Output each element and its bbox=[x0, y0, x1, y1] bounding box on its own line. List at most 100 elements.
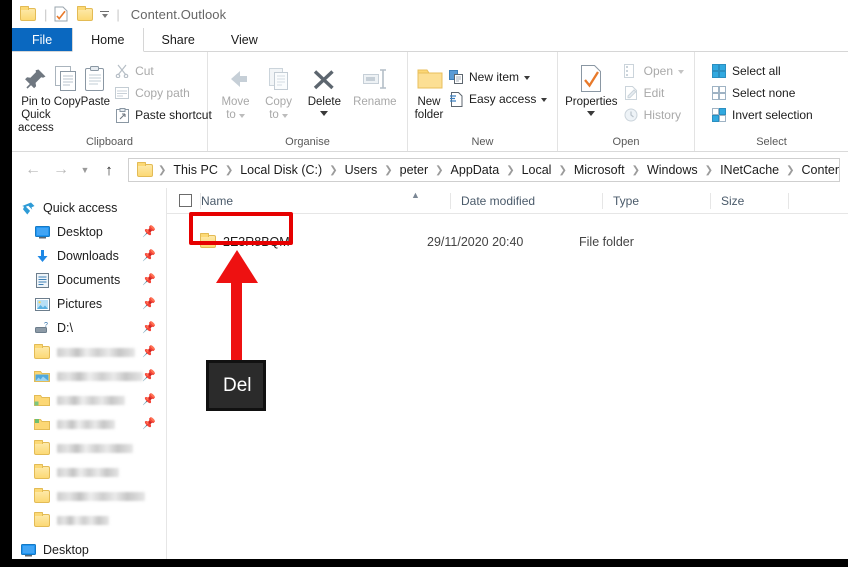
sidebar-item-documents[interactable]: Documents 📌 bbox=[12, 268, 166, 292]
new-item-dropdown-icon[interactable] bbox=[524, 75, 531, 80]
sidebar-item-downloads[interactable]: Downloads 📌 bbox=[12, 244, 166, 268]
tab-file[interactable]: File bbox=[12, 28, 73, 51]
breadcrumb-sep-9[interactable]: ❯ bbox=[785, 165, 795, 176]
folder-icon[interactable] bbox=[20, 5, 37, 23]
breadcrumb-sep-5[interactable]: ❯ bbox=[505, 165, 515, 176]
new-item-button[interactable]: New item bbox=[444, 66, 551, 88]
customize-qat-dropdown-icon[interactable] bbox=[100, 10, 110, 18]
sidebar-label-redacted-4 bbox=[57, 419, 115, 429]
pictures-icon bbox=[34, 296, 50, 312]
sidebar-item-redacted-2[interactable]: 📌 bbox=[12, 364, 166, 388]
properties-dropdown-icon[interactable] bbox=[587, 111, 596, 116]
easy-access-icon bbox=[448, 91, 464, 107]
breadcrumb-content-outlook[interactable]: Content.Outlook bbox=[797, 163, 839, 177]
tab-share[interactable]: Share bbox=[144, 28, 213, 51]
recent-locations-icon[interactable]: ▼ bbox=[76, 157, 94, 183]
cut-button[interactable]: Cut bbox=[110, 60, 216, 82]
file-type-cell: File folder bbox=[569, 235, 677, 249]
sidebar-item-quick-access[interactable]: Quick access bbox=[12, 196, 166, 220]
copy-button[interactable]: Copy bbox=[54, 58, 81, 109]
breadcrumb-sep-8[interactable]: ❯ bbox=[704, 165, 714, 176]
sidebar-item-redacted-4[interactable]: 📌 bbox=[12, 412, 166, 436]
pin-icon-documents[interactable]: 📌 bbox=[142, 273, 156, 286]
sidebar-item-redacted-6[interactable] bbox=[12, 460, 166, 484]
breadcrumb-inetcache[interactable]: INetCache bbox=[715, 163, 784, 177]
breadcrumb-sep-2[interactable]: ❯ bbox=[328, 165, 338, 176]
copy-path-button[interactable]: Copy path bbox=[110, 82, 216, 104]
breadcrumb-sep-6[interactable]: ❯ bbox=[557, 165, 567, 176]
breadcrumb-sep-4[interactable]: ❯ bbox=[434, 165, 444, 176]
sidebar-item-desktop-root[interactable]: Desktop bbox=[12, 538, 166, 559]
properties-button[interactable]: Properties bbox=[564, 58, 619, 116]
forward-arrow-icon[interactable]: → bbox=[48, 157, 74, 183]
properties-icon[interactable] bbox=[54, 6, 71, 23]
pin-icon-downloads[interactable]: 📌 bbox=[142, 249, 156, 262]
copy-to-button[interactable]: Copy to bbox=[257, 58, 300, 122]
up-arrow-icon[interactable]: ↑ bbox=[96, 157, 122, 183]
back-arrow-icon[interactable]: ← bbox=[20, 157, 46, 183]
select-all-button[interactable]: Select all bbox=[707, 60, 817, 82]
pin-icon-r1[interactable]: 📌 bbox=[142, 345, 156, 358]
breadcrumb[interactable]: ❯ This PC ❯ Local Disk (C:) ❯ Users ❯ pe… bbox=[128, 158, 840, 182]
tab-home[interactable]: Home bbox=[72, 28, 144, 52]
sidebar-item-redacted-8[interactable] bbox=[12, 508, 166, 532]
breadcrumb-this-pc[interactable]: This PC bbox=[168, 163, 222, 177]
breadcrumb-appdata[interactable]: AppData bbox=[446, 163, 505, 177]
pin-icon[interactable]: 📌 bbox=[142, 225, 156, 238]
tab-view[interactable]: View bbox=[213, 28, 276, 51]
pin-icon-r2[interactable]: 📌 bbox=[142, 369, 156, 382]
address-bar: ← → ▼ ↑ ❯ This PC ❯ Local Disk (C:) ❯ Us… bbox=[12, 152, 848, 188]
easy-access-dropdown-icon[interactable] bbox=[541, 97, 548, 102]
breadcrumb-users[interactable]: Users bbox=[340, 163, 383, 177]
pin-icon-r3[interactable]: 📌 bbox=[142, 393, 156, 406]
sidebar-item-desktop[interactable]: Desktop 📌 bbox=[12, 220, 166, 244]
new-folder-icon[interactable] bbox=[77, 5, 94, 23]
delete-button[interactable]: Delete bbox=[300, 58, 349, 116]
desktop-icon-root bbox=[20, 542, 36, 558]
ribbon-group-organise: Move to Copy to Delete Rename Organise bbox=[208, 52, 408, 151]
pin-icon-r4[interactable]: 📌 bbox=[142, 417, 156, 430]
pin-icon-drive-d[interactable]: 📌 bbox=[142, 321, 156, 334]
edit-button[interactable]: Edit bbox=[619, 82, 688, 104]
paste-shortcut-button[interactable]: Paste shortcut bbox=[110, 104, 216, 126]
breadcrumb-sep-3[interactable]: ❯ bbox=[383, 165, 393, 176]
sidebar-label-pictures: Pictures bbox=[57, 297, 103, 311]
invert-selection-button[interactable]: Invert selection bbox=[707, 104, 817, 126]
breadcrumb-local-disk[interactable]: Local Disk (C:) bbox=[235, 163, 327, 177]
file-explorer-window: | | Content.Outlook File Home Share View bbox=[12, 0, 848, 559]
move-to-button[interactable]: Move to bbox=[214, 58, 257, 122]
breadcrumb-peter[interactable]: peter bbox=[395, 163, 434, 177]
new-folder-button[interactable]: New folder bbox=[414, 58, 444, 122]
drive-icon: ? bbox=[34, 320, 50, 336]
breadcrumb-sep-0[interactable]: ❯ bbox=[157, 165, 167, 176]
picture-folder-icon bbox=[34, 368, 50, 384]
breadcrumb-sep-7[interactable]: ❯ bbox=[631, 165, 641, 176]
open-button[interactable]: Open bbox=[619, 60, 688, 82]
select-none-button[interactable]: Select none bbox=[707, 82, 817, 104]
sidebar-item-drive-d[interactable]: ? D:\ 📌 bbox=[12, 316, 166, 340]
rename-button[interactable]: Rename bbox=[349, 58, 401, 109]
column-header-type[interactable]: Type bbox=[602, 192, 710, 209]
column-header-size[interactable]: Size bbox=[710, 192, 788, 209]
easy-access-button[interactable]: Easy access bbox=[444, 88, 551, 110]
sidebar-item-pictures[interactable]: Pictures 📌 bbox=[12, 292, 166, 316]
sidebar-item-redacted-3[interactable]: 📌 bbox=[12, 388, 166, 412]
paste-button[interactable]: Paste bbox=[81, 58, 110, 109]
table-row[interactable]: 2E3R8BQM 29/11/2020 20:40 File folder bbox=[167, 228, 848, 255]
column-header-date-modified[interactable]: Date modified bbox=[450, 192, 602, 209]
sidebar-item-redacted-5[interactable] bbox=[12, 436, 166, 460]
sidebar-item-redacted-7[interactable] bbox=[12, 484, 166, 508]
sidebar-item-redacted-1[interactable]: 📌 bbox=[12, 340, 166, 364]
breadcrumb-sep-1[interactable]: ❯ bbox=[224, 165, 234, 176]
pin-icon-pictures[interactable]: 📌 bbox=[142, 297, 156, 310]
sidebar-label-documents: Documents bbox=[57, 273, 121, 287]
open-dropdown-icon[interactable] bbox=[678, 69, 684, 74]
breadcrumb-microsoft[interactable]: Microsoft bbox=[569, 163, 630, 177]
file-name-cell[interactable]: 2E3R8BQM bbox=[167, 233, 417, 249]
breadcrumb-local[interactable]: Local bbox=[517, 163, 557, 177]
select-all-checkbox[interactable] bbox=[179, 194, 192, 207]
history-button[interactable]: History bbox=[619, 104, 688, 126]
pin-to-quick-access-button[interactable]: Pin to Quick access bbox=[18, 58, 54, 135]
breadcrumb-windows[interactable]: Windows bbox=[642, 163, 703, 177]
delete-dropdown-icon[interactable] bbox=[320, 111, 329, 116]
